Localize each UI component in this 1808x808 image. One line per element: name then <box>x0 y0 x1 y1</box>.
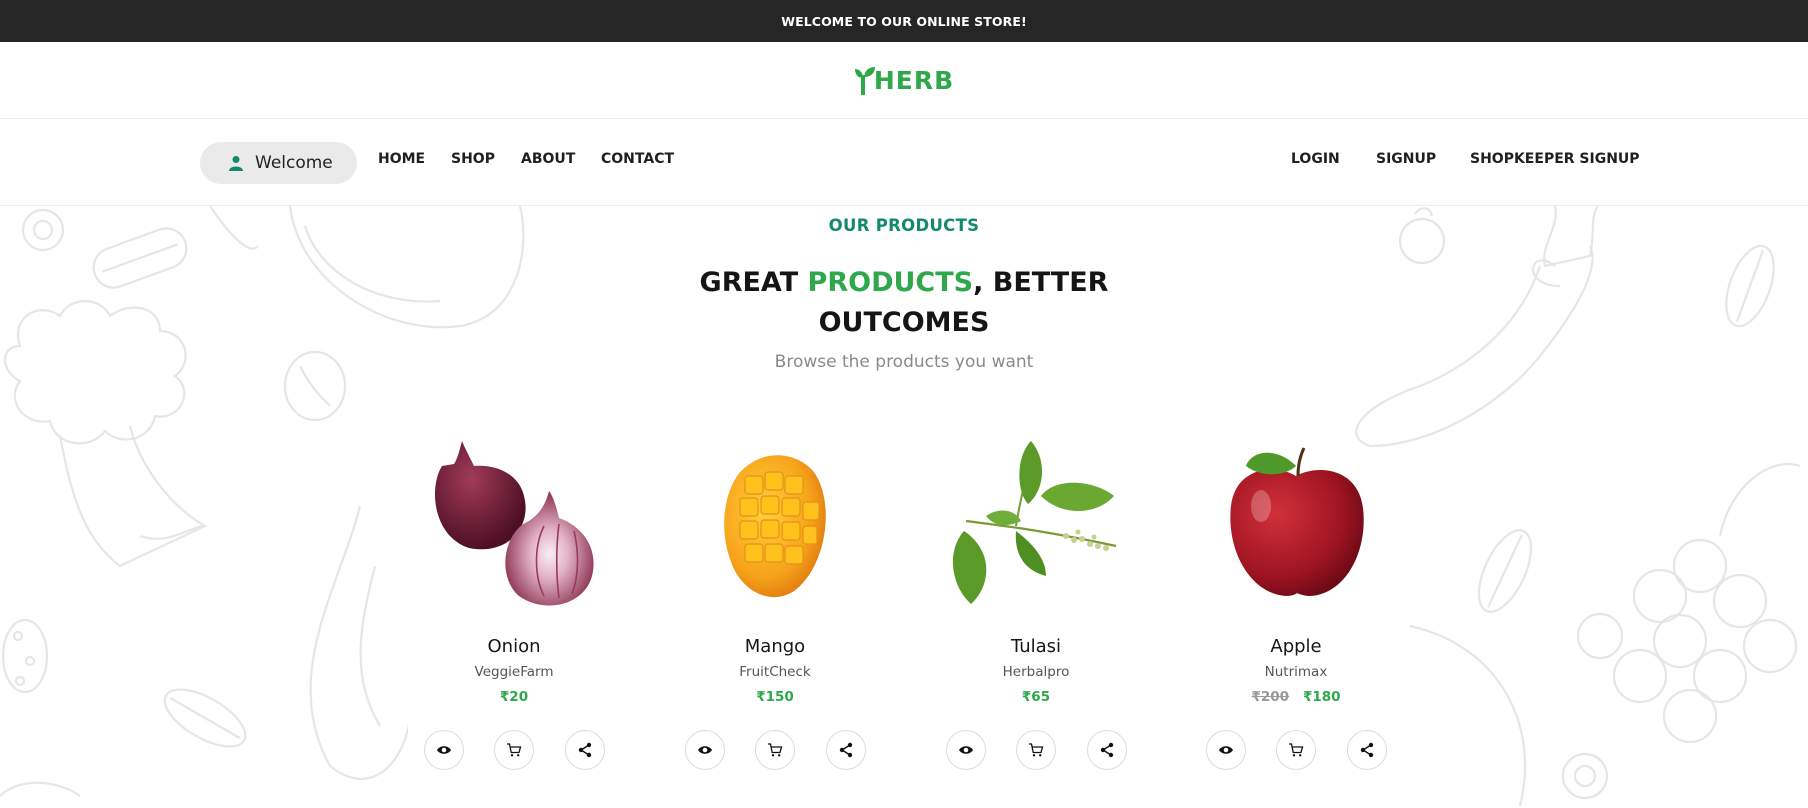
logo-row: HERB <box>0 42 1808 119</box>
cart-icon <box>1289 743 1304 757</box>
products-section: OUR PRODUCTS GREAT PRODUCTS, BETTER OUTC… <box>0 206 1808 808</box>
user-icon <box>229 156 243 171</box>
product-name[interactable]: Mango <box>685 636 865 657</box>
share-icon <box>1100 742 1114 758</box>
section-subtitle: Browse the products you want <box>774 352 1034 372</box>
section-headline: GREAT PRODUCTS, BETTER OUTCOMES <box>0 263 1808 343</box>
product-actions <box>946 730 1127 772</box>
mango-image <box>724 455 826 598</box>
share-button[interactable] <box>826 730 866 770</box>
section-kicker: OUR PRODUCTS <box>828 216 980 235</box>
product-price-value: ₹65 <box>1021 689 1051 705</box>
share-button[interactable] <box>1347 730 1387 770</box>
nav-shop[interactable]: SHOP <box>451 151 495 167</box>
headline-line2: OUTCOMES <box>818 307 990 338</box>
headline-part2: , BETTER <box>973 267 1109 298</box>
quick-view-button[interactable] <box>424 730 464 770</box>
product-actions <box>424 730 605 772</box>
product-brand: FruitCheck <box>739 664 811 680</box>
headline-highlight: PRODUCTS <box>807 267 974 298</box>
tulasi-leaves-image <box>952 441 1117 604</box>
product-price: ₹65 <box>946 689 1126 705</box>
product-old-price: ₹200 <box>1251 689 1289 705</box>
announcement-bar: WELCOME TO OUR ONLINE STORE! <box>0 0 1808 42</box>
product-price-value: ₹180 <box>1303 689 1341 705</box>
product-brand: Nutrimax <box>1264 664 1328 680</box>
share-button[interactable] <box>565 730 605 770</box>
product-actions <box>1206 730 1387 772</box>
main-nav: Welcome HOME SHOP ABOUT CONTACT LOGIN SI… <box>0 119 1808 206</box>
nav-shopkeeper-signup[interactable]: SHOPKEEPER SIGNUP <box>1470 151 1640 167</box>
eye-icon <box>1219 746 1233 754</box>
apple-image <box>1230 447 1364 596</box>
nav-home[interactable]: HOME <box>378 151 425 167</box>
headline-part1: GREAT <box>699 267 808 298</box>
cart-icon <box>1029 743 1044 757</box>
product-name[interactable]: Onion <box>424 636 604 657</box>
welcome-button[interactable]: Welcome <box>200 142 357 184</box>
nav-contact[interactable]: CONTACT <box>601 151 674 167</box>
add-to-cart-button[interactable] <box>1276 730 1316 770</box>
product-card[interactable]: Apple Nutrimax ₹200 ₹180 <box>1206 436 1387 808</box>
product-card[interactable]: Onion VeggieFarm ₹20 <box>424 436 605 808</box>
add-to-cart-button[interactable] <box>755 730 795 770</box>
eye-icon <box>959 746 973 754</box>
share-icon <box>839 742 853 758</box>
onion-image <box>434 441 594 606</box>
share-button[interactable] <box>1087 730 1127 770</box>
product-card[interactable]: Tulasi Herbalpro ₹65 <box>946 436 1127 808</box>
product-price-value: ₹20 <box>499 689 529 705</box>
product-price: ₹150 <box>685 689 865 705</box>
eye-icon <box>437 746 451 754</box>
nav-about[interactable]: ABOUT <box>521 151 575 167</box>
nav-login[interactable]: LOGIN <box>1291 151 1340 167</box>
nav-signup[interactable]: SIGNUP <box>1376 151 1436 167</box>
product-brand: Herbalpro <box>1002 664 1070 680</box>
add-to-cart-button[interactable] <box>494 730 534 770</box>
product-price-value: ₹150 <box>756 689 794 705</box>
add-to-cart-button[interactable] <box>1016 730 1056 770</box>
product-brand: VeggieFarm <box>474 664 554 680</box>
product-price: ₹200 ₹180 <box>1206 689 1386 705</box>
cart-icon <box>507 743 522 757</box>
share-icon <box>1360 742 1374 758</box>
quick-view-button[interactable] <box>946 730 986 770</box>
site-logo[interactable]: HERB <box>854 65 954 95</box>
share-icon <box>578 742 592 758</box>
logo-text: HERB <box>873 66 955 95</box>
quick-view-button[interactable] <box>1206 730 1246 770</box>
eye-icon <box>698 746 712 754</box>
welcome-label: Welcome <box>255 153 333 173</box>
product-name[interactable]: Apple <box>1206 636 1386 657</box>
product-price: ₹20 <box>424 689 604 705</box>
product-actions <box>685 730 866 772</box>
leaf-logo-icon <box>854 67 875 95</box>
announcement-text: WELCOME TO OUR ONLINE STORE! <box>781 13 1027 29</box>
product-card[interactable]: Mango FruitCheck ₹150 <box>685 436 866 808</box>
quick-view-button[interactable] <box>685 730 725 770</box>
product-name[interactable]: Tulasi <box>946 636 1126 657</box>
cart-icon <box>768 743 783 757</box>
